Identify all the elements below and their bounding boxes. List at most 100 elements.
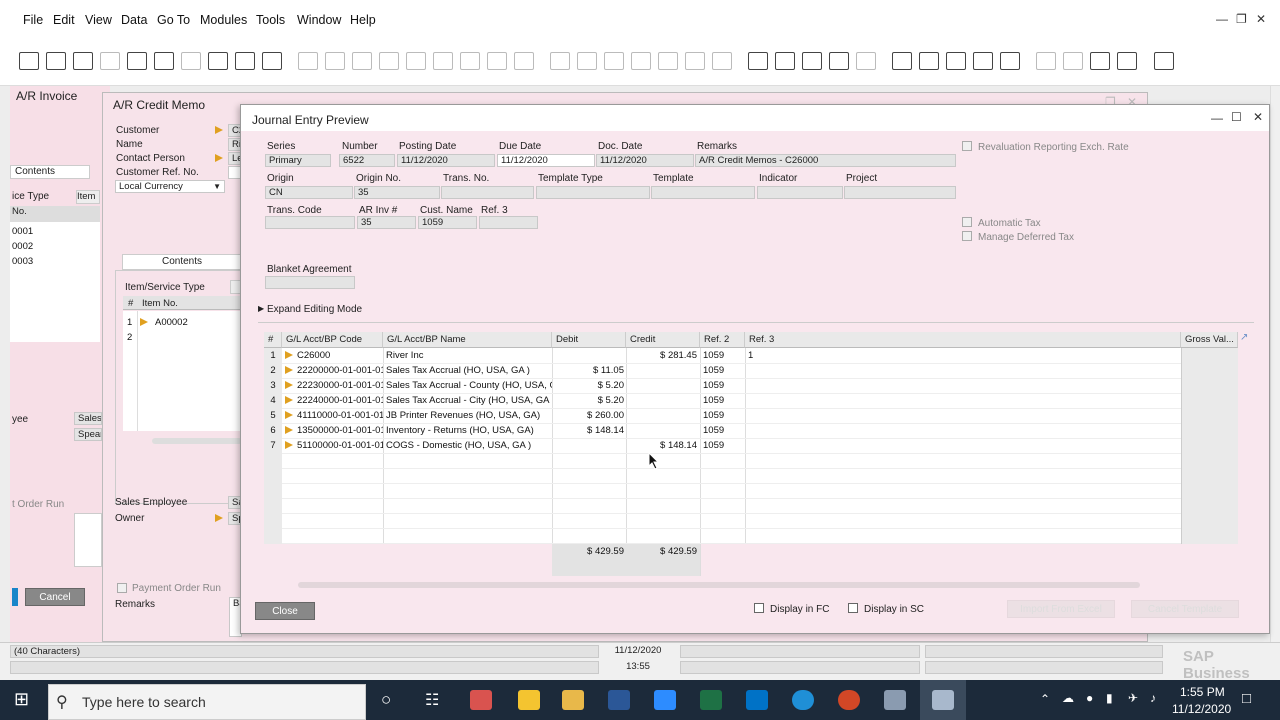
- volume-icon[interactable]: ♪: [1150, 691, 1156, 705]
- transaction-journal-icon[interactable]: [712, 52, 732, 70]
- link-arrow-icon[interactable]: [285, 426, 293, 435]
- row-debit[interactable]: $ 260.00: [552, 409, 624, 424]
- row-ref3[interactable]: [748, 409, 848, 424]
- link-arrow-icon[interactable]: [285, 411, 293, 420]
- cm-row1-link-icon[interactable]: [140, 318, 148, 326]
- menu-view[interactable]: View: [85, 13, 112, 27]
- col-header-ref2[interactable]: Ref. 2: [700, 332, 745, 348]
- word-icon[interactable]: [181, 52, 201, 70]
- je-indicator-field[interactable]: [757, 186, 843, 199]
- cm-contact-link-icon[interactable]: [215, 154, 223, 162]
- base-document-icon[interactable]: [550, 52, 570, 70]
- row-code[interactable]: 13500000-01-001-01: [282, 424, 383, 439]
- row-ref2[interactable]: 1059: [703, 379, 745, 394]
- je-display-sc-checkbox[interactable]: [848, 603, 858, 613]
- close-icon[interactable]: ✕: [1256, 12, 1266, 26]
- workspace-scrollbar[interactable]: [1270, 86, 1280, 642]
- expand-columns-icon[interactable]: ↗: [1240, 332, 1248, 343]
- je-close-icon[interactable]: ✕: [1253, 110, 1263, 124]
- add-icon[interactable]: [325, 52, 345, 70]
- je-number-field[interactable]: 6522: [339, 154, 395, 167]
- je-trans-code-field[interactable]: [265, 216, 355, 229]
- zoom-icon[interactable]: [654, 690, 676, 710]
- row-name[interactable]: Sales Tax Accrual - City (HO, USA, GA: [386, 394, 552, 409]
- sort-icon[interactable]: [514, 52, 534, 70]
- je-template-field[interactable]: [651, 186, 755, 199]
- powerpoint-icon[interactable]: [838, 690, 860, 710]
- minimize-icon[interactable]: —: [1216, 12, 1228, 26]
- invoice-cancel-button[interactable]: Cancel: [25, 588, 85, 606]
- invoice-remarks-box[interactable]: [74, 513, 102, 567]
- je-cust-name-field[interactable]: 1059: [418, 216, 477, 229]
- row-ref3[interactable]: [748, 394, 848, 409]
- row-name[interactable]: Inventory - Returns (HO, USA, GA): [386, 424, 552, 439]
- edit-form-icon[interactable]: [748, 52, 768, 70]
- menu-help[interactable]: Help: [350, 13, 376, 27]
- invoice-row-3[interactable]: 0003: [12, 255, 33, 270]
- menu-modules[interactable]: Modules: [200, 13, 247, 27]
- file-explorer-icon[interactable]: [562, 690, 584, 710]
- invoice-row-1[interactable]: 0001: [12, 225, 33, 240]
- refresh-icon[interactable]: [460, 52, 480, 70]
- clock-date[interactable]: 11/12/2020: [1172, 702, 1231, 716]
- row-code[interactable]: 51100000-01-001-01: [282, 439, 383, 454]
- cm-tab-contents[interactable]: Contents: [122, 254, 242, 270]
- fax-icon[interactable]: [127, 52, 147, 70]
- je-deferred-tax-checkbox[interactable]: [962, 231, 972, 241]
- row-credit[interactable]: $ 148.14: [626, 439, 697, 454]
- row-ref2[interactable]: 1059: [703, 424, 745, 439]
- empty-row[interactable]: [282, 483, 1181, 484]
- messages-icon[interactable]: [829, 52, 849, 70]
- menu-data[interactable]: Data: [121, 13, 147, 27]
- row-credit[interactable]: [626, 409, 697, 424]
- je-blanket-field[interactable]: [265, 276, 355, 289]
- preview-icon[interactable]: [19, 52, 39, 70]
- row-ref2[interactable]: 1059: [703, 364, 745, 379]
- col-header-code[interactable]: G/L Acct/BP Code: [282, 332, 383, 348]
- windows-start-icon[interactable]: ⊞: [14, 689, 29, 710]
- col-header-ref3[interactable]: Ref. 3: [745, 332, 1181, 348]
- link-arrow-icon[interactable]: [285, 381, 293, 390]
- row-credit[interactable]: [626, 424, 697, 439]
- je-cancel-template-button[interactable]: Cancel Template: [1131, 600, 1239, 618]
- empty-row[interactable]: [282, 468, 1181, 469]
- empty-row[interactable]: [282, 543, 1181, 544]
- cm-row1-item[interactable]: A00002: [155, 316, 188, 331]
- cm-grid-scrollbar[interactable]: [152, 438, 242, 444]
- sms-icon[interactable]: [100, 52, 120, 70]
- pdf-icon[interactable]: [208, 52, 228, 70]
- invoice-row-2[interactable]: 0002: [12, 240, 33, 255]
- row-code[interactable]: C26000: [282, 349, 383, 364]
- previous-record-icon[interactable]: [379, 52, 399, 70]
- row-ref2[interactable]: 1059: [703, 439, 745, 454]
- user-icon[interactable]: [1000, 52, 1020, 70]
- sap-b1-icon[interactable]: [884, 690, 906, 710]
- row-debit[interactable]: [552, 439, 624, 454]
- je-ar-inv-field[interactable]: 35: [357, 216, 416, 229]
- col-header-gross[interactable]: Gross Val...: [1181, 332, 1238, 348]
- menu-goto[interactable]: Go To: [157, 13, 190, 27]
- je-project-field[interactable]: [844, 186, 956, 199]
- menu-tools[interactable]: Tools: [256, 13, 285, 27]
- microphone-icon[interactable]: ●: [1086, 691, 1093, 705]
- invoice-employee-field[interactable]: Sales E: [74, 412, 102, 425]
- cm-owner-link-icon[interactable]: [215, 514, 223, 522]
- empty-row[interactable]: [282, 528, 1181, 529]
- invoice-add-button[interactable]: [12, 588, 18, 606]
- airplane-icon[interactable]: ✈: [1128, 691, 1138, 705]
- find-icon[interactable]: [298, 52, 318, 70]
- last-record-icon[interactable]: [433, 52, 453, 70]
- edge-icon[interactable]: [792, 690, 814, 710]
- row-credit[interactable]: $ 281.45: [626, 349, 697, 364]
- help-icon[interactable]: [1154, 52, 1174, 70]
- lock-icon[interactable]: [1036, 52, 1056, 70]
- row-credit[interactable]: [626, 379, 697, 394]
- row-debit[interactable]: $ 5.20: [552, 379, 624, 394]
- empty-row[interactable]: [282, 513, 1181, 514]
- expand-triangle-icon[interactable]: ▶: [258, 304, 264, 313]
- calculator-icon[interactable]: [973, 52, 993, 70]
- row-name[interactable]: COGS - Domestic (HO, USA, GA ): [386, 439, 552, 454]
- export-icon[interactable]: [1090, 52, 1110, 70]
- col-header-credit[interactable]: Credit: [626, 332, 700, 348]
- email-icon[interactable]: [73, 52, 93, 70]
